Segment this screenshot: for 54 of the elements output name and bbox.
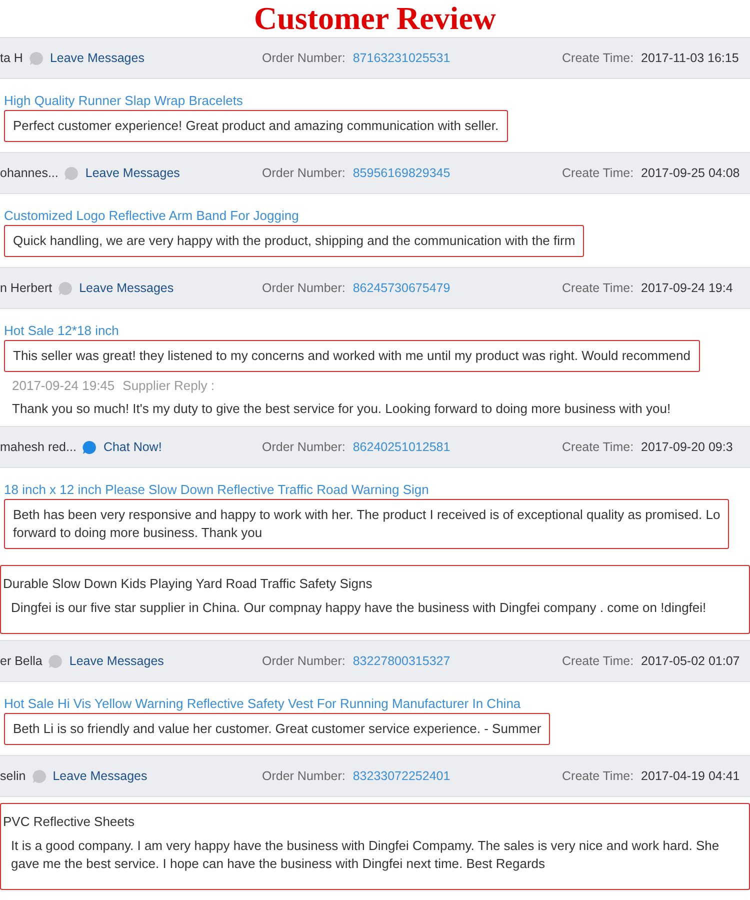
review-text: Beth has been very responsive and happy to work with her. The product I received is of exceptional quality as promised. Lo forward to doing more business. Thank you — [4, 499, 730, 549]
order-number-link[interactable]: 86240251012581 — [352, 440, 450, 454]
order-label: Order Number: — [262, 440, 346, 454]
product-link[interactable]: Customized Logo Reflective Arm Band For Jogging — [4, 208, 299, 223]
product-link[interactable]: Hot Sale Hi Vis Yellow Warning Reflective Safety Vest For Running Manufacturer In China — [4, 696, 521, 711]
order-number-link[interactable]: 83227800315327 — [352, 654, 450, 668]
order-number-link[interactable]: 87163231025531 — [352, 51, 450, 65]
contact-link[interactable]: Leave Messages — [50, 51, 144, 65]
time-label: Create Time: — [562, 281, 634, 295]
time-label: Create Time: — [562, 166, 634, 180]
buyer-name: mahesh red... — [0, 440, 76, 454]
time-label: Create Time: — [562, 654, 634, 668]
order-number-link[interactable]: 85956169829345 — [352, 166, 450, 180]
review-text: Beth Li is so friendly and value her customer. Great customer service experience. - Summer — [4, 713, 550, 745]
buyer-name: ohannes... — [0, 166, 58, 180]
page-title: Customer Review — [252, 0, 497, 37]
time-label: Create Time: — [562, 51, 634, 65]
review-text: This seller was great! they listened to my concerns and worked with me until my product was right. Would recommend — [4, 340, 700, 372]
product-link[interactable]: Hot Sale 12*18 inch — [4, 323, 119, 338]
time-label: Create Time: — [562, 769, 634, 783]
contact-link[interactable]: Leave Messages — [79, 281, 174, 295]
review-text: Perfect customer experience! Great product and amazing communication with seller. — [4, 110, 508, 142]
order-number-link[interactable]: 83233072252401 — [352, 769, 450, 783]
contact-link[interactable]: Leave Messages — [85, 166, 180, 180]
order-number-link[interactable]: 86245730675479 — [352, 281, 450, 295]
review-text: Dingfei is our five star supplier in China. Our compnay happy have the business with Dingfei company . come on !dingfei! — [10, 599, 708, 617]
create-time: 2017-05-02 01:07 — [641, 654, 740, 668]
product-name: PVC Reflective Sheets — [3, 814, 135, 829]
create-time: 2017-09-24 19:4 — [641, 281, 733, 295]
create-time: 2017-11-03 16:15 — [641, 51, 739, 65]
create-time: 2017-04-19 04:41 — [641, 769, 740, 783]
product-link[interactable]: 18 inch x 12 inch Please Slow Down Reflective Traffic Road Warning Sign — [4, 482, 429, 497]
review-text: It is a good company. I am very happy have the business with Dingfei Compamy. The sales is very nice and work hard. She gave me the best service. I hope can have the business with Dingfei next time. Best Regards — [10, 837, 720, 873]
contact-link[interactable]: Leave Messages — [69, 654, 164, 668]
order-label: Order Number: — [262, 281, 346, 295]
product-name: Durable Slow Down Kids Playing Yard Road Traffic Safety Signs — [3, 576, 372, 591]
review-text: Quick handling, we are very happy with the product, shipping and the communication with the firm — [4, 225, 584, 257]
buyer-name: selin — [0, 769, 26, 783]
order-label: Order Number: — [262, 769, 346, 783]
reply-label: Supplier Reply : — [122, 378, 214, 393]
order-label: Order Number: — [262, 166, 346, 180]
buyer-name: er Bella — [0, 654, 42, 668]
reply-text: Thank you so much! It's my duty to give the best service for you. Looking forward to doing more business with you! — [11, 401, 672, 416]
time-label: Create Time: — [562, 440, 634, 454]
create-time: 2017-09-25 04:08 — [641, 166, 740, 180]
contact-link[interactable]: Leave Messages — [52, 769, 148, 783]
order-label: Order Number: — [262, 51, 346, 65]
buyer-name: n Herbert — [0, 281, 52, 295]
contact-link[interactable]: Chat Now! — [103, 440, 162, 454]
create-time: 2017-09-20 09:3 — [641, 440, 733, 454]
product-link[interactable]: High Quality Runner Slap Wrap Bracelets — [4, 93, 243, 108]
order-label: Order Number: — [262, 654, 346, 668]
reply-time: 2017-09-24 19:45 — [12, 378, 115, 393]
buyer-name: ta H — [0, 51, 23, 65]
